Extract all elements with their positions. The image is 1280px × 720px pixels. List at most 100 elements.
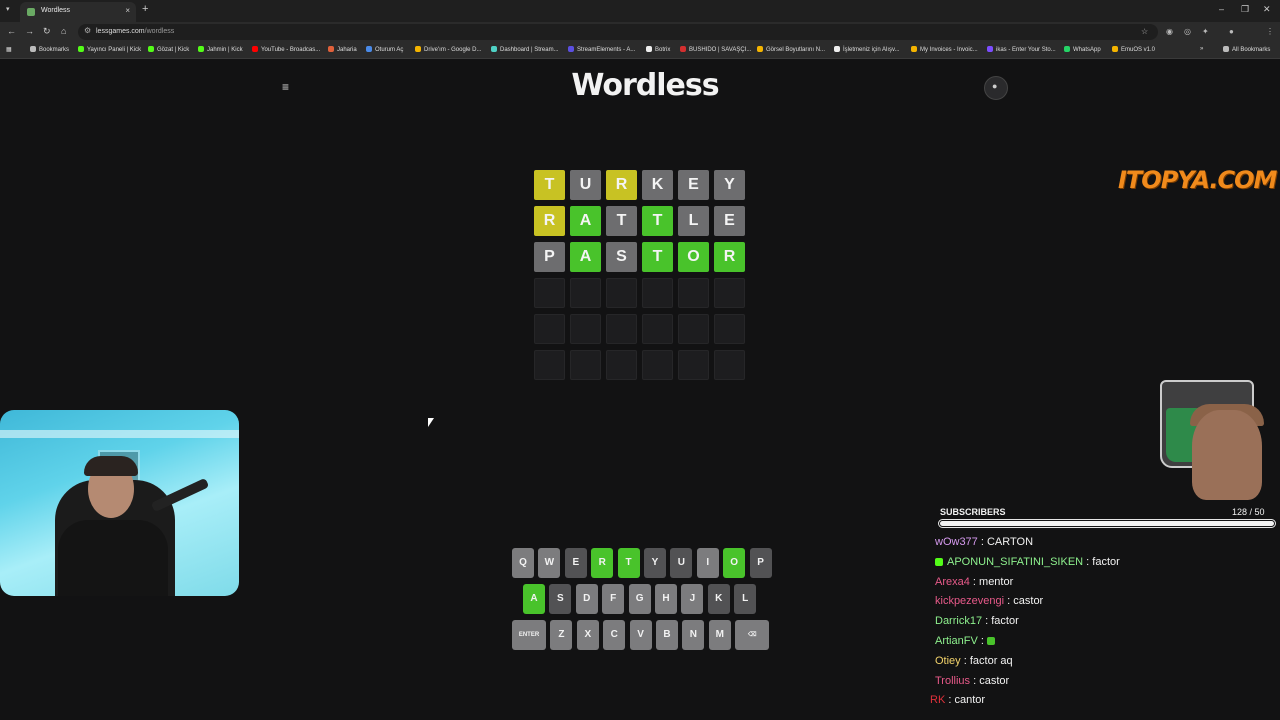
bookmark-item[interactable]: Jahmin | Kick xyxy=(198,46,243,53)
key-r[interactable]: R xyxy=(591,548,614,578)
board-tile: R xyxy=(714,242,745,272)
board-row: TURKEY xyxy=(534,170,748,200)
bookmark-item[interactable]: StreamElements - A... xyxy=(568,46,635,53)
new-tab-icon[interactable]: + xyxy=(142,3,148,15)
bookmark-item[interactable]: Oturum Aç xyxy=(366,46,403,53)
bookmark-item[interactable]: Görsel Boyutlarını N... xyxy=(757,46,825,53)
bookmark-label: ikas - Enter Your Sto... xyxy=(996,47,1056,53)
browser-tab-wordless[interactable]: Wordless × xyxy=(20,2,136,22)
sponsor-logo: ITOPYA.COM xyxy=(1118,166,1277,194)
bookmark-item[interactable]: ikas - Enter Your Sto... xyxy=(987,46,1056,53)
key-m[interactable]: M xyxy=(708,620,731,650)
bookmark-item[interactable]: EmuOS v1.0 xyxy=(1112,46,1155,53)
bookmark-item[interactable]: WhatsApp xyxy=(1064,46,1101,53)
chat-username: kickpezevengi xyxy=(935,595,1005,608)
key-w[interactable]: W xyxy=(538,548,561,578)
home-icon[interactable]: ⌂ xyxy=(61,26,66,36)
board-tile xyxy=(534,314,565,344)
window-close-icon[interactable]: ✕ xyxy=(1263,4,1271,15)
bookmarks-overflow-icon[interactable]: » xyxy=(1200,46,1203,52)
extension-icon[interactable]: ◉ xyxy=(1166,27,1173,36)
key-y[interactable]: Y xyxy=(644,548,666,578)
key-a[interactable]: A xyxy=(523,584,545,614)
board-row xyxy=(534,278,748,308)
key-u[interactable]: U xyxy=(670,548,693,578)
chat-message: Trollius : castor xyxy=(935,675,1009,687)
tab-list-icon[interactable]: ▾ xyxy=(6,5,10,13)
board-tile xyxy=(642,314,673,344)
key-s[interactable]: S xyxy=(549,584,572,614)
profile-button[interactable]: ● xyxy=(984,76,1008,100)
bookmark-star-icon[interactable]: ☆ xyxy=(1141,27,1148,36)
chat-separator: : xyxy=(977,536,987,548)
bookmark-label: Bookmarks xyxy=(39,47,70,53)
profile-avatar-icon[interactable]: ● xyxy=(1229,27,1234,36)
chat-message: kickpezevengi : castor xyxy=(935,595,1043,607)
keyboard-row: QWERTYUIOP xyxy=(508,548,772,578)
bookmark-item[interactable]: Drive'ım - Google D... xyxy=(415,46,482,53)
webcam-overlay xyxy=(0,410,239,596)
bookmark-item[interactable]: BUSHIDO | SAVAŞÇI... xyxy=(680,46,751,53)
key-k[interactable]: K xyxy=(707,584,730,614)
bookmark-label: Botrix xyxy=(655,47,671,53)
key-d[interactable]: D xyxy=(575,584,598,614)
address-bar[interactable]: ⚙ lessgames.com/wordless xyxy=(78,24,1158,40)
bookmark-item[interactable]: Botrix xyxy=(646,46,670,53)
board-tile xyxy=(714,350,745,380)
back-icon[interactable]: ← xyxy=(7,26,16,36)
key-g[interactable]: G xyxy=(628,584,651,614)
tab-close-icon[interactable]: × xyxy=(125,6,130,15)
board-row xyxy=(534,314,748,344)
key-t[interactable]: T xyxy=(617,548,640,578)
bookmark-item[interactable]: Gözat | Kick xyxy=(148,46,189,53)
board-tile xyxy=(570,278,601,308)
key-x[interactable]: X xyxy=(576,620,599,650)
webcam-streamer-hair xyxy=(84,456,138,476)
hamburger-menu-icon[interactable]: ≡ xyxy=(282,80,289,94)
key-q[interactable]: Q xyxy=(512,548,534,578)
board-tile xyxy=(678,314,709,344)
key-e[interactable]: E xyxy=(564,548,587,578)
enter-key[interactable]: ENTER xyxy=(512,620,546,650)
bookmark-item[interactable]: Dashboard | Stream... xyxy=(491,46,559,53)
reload-icon[interactable]: ↻ xyxy=(43,26,51,37)
key-v[interactable]: V xyxy=(629,620,652,650)
key-n[interactable]: N xyxy=(682,620,705,650)
key-i[interactable]: I xyxy=(696,548,719,578)
bookmark-item[interactable]: YouTube - Broadcas... xyxy=(252,46,320,53)
key-l[interactable]: L xyxy=(734,584,757,614)
site-info-icon[interactable]: ⚙ xyxy=(84,26,91,35)
key-o[interactable]: O xyxy=(723,548,746,578)
extensions-puzzle-icon[interactable]: ✦ xyxy=(1202,27,1209,36)
bookmark-item[interactable]: İşletmeniz için Alışv... xyxy=(834,46,900,53)
minimize-icon[interactable]: – xyxy=(1219,4,1224,14)
extension-icon[interactable]: ◎ xyxy=(1184,27,1191,36)
key-z[interactable]: Z xyxy=(550,620,573,650)
streamer-avatar-graphic xyxy=(1192,410,1262,500)
bookmark-label: Jaharia xyxy=(337,47,357,53)
bookmark-item[interactable]: Yayıncı Paneli | Kick xyxy=(78,46,141,53)
bookmark-item[interactable]: Jaharia xyxy=(328,46,357,53)
board-tile: Y xyxy=(714,170,745,200)
key-p[interactable]: P xyxy=(749,548,772,578)
bookmark-item[interactable]: My Invoices - Invoic... xyxy=(911,46,978,53)
backspace-key-icon[interactable]: ⌫ xyxy=(735,620,770,650)
all-bookmarks[interactable]: All Bookmarks xyxy=(1223,46,1270,53)
chat-message: Darrick17 : factor xyxy=(935,615,1019,627)
forward-icon[interactable]: → xyxy=(25,26,34,36)
chat-username: Otiey xyxy=(935,654,961,667)
key-b[interactable]: B xyxy=(656,620,678,650)
on-screen-keyboard: Q W E R T Y U I O P A S D F G H J K L ENTER Z X C V B N M ⌫ xyxy=(508,548,772,656)
chat-message: Arexa4 : mentor xyxy=(935,576,1013,588)
board-tile: K xyxy=(642,170,673,200)
board-tile: A xyxy=(570,206,601,236)
key-f[interactable]: F xyxy=(602,584,625,614)
browser-menu-icon[interactable]: ⋮ xyxy=(1266,27,1274,36)
browser-tabstrip: ▾ Wordless × + – ❐ ✕ xyxy=(0,0,1280,22)
key-h[interactable]: H xyxy=(655,584,677,614)
key-c[interactable]: C xyxy=(603,620,626,650)
restore-icon[interactable]: ❐ xyxy=(1241,4,1249,15)
bookmark-item[interactable]: Bookmarks xyxy=(30,46,69,53)
key-j[interactable]: J xyxy=(681,584,704,614)
apps-icon[interactable]: ▦ xyxy=(6,46,12,53)
